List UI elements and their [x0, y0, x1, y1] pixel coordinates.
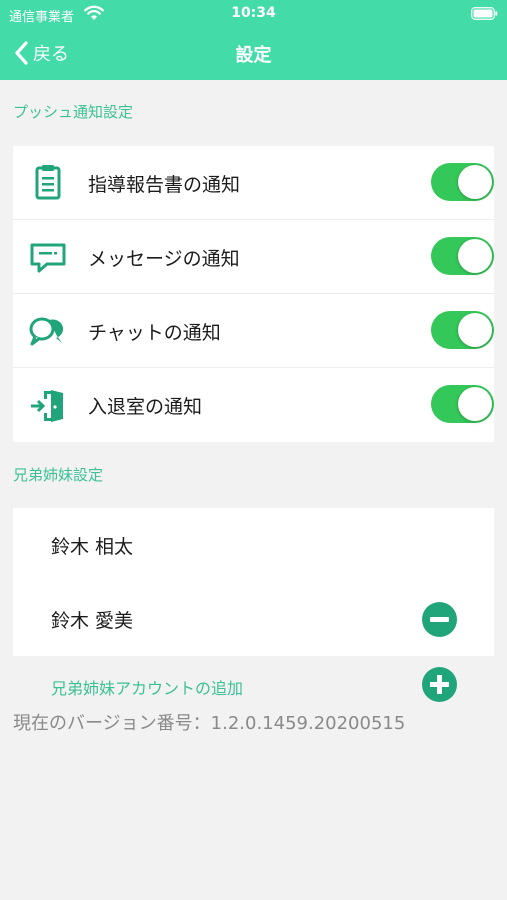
door-entry-icon: [31, 390, 63, 422]
toggle-knob: [458, 387, 492, 421]
toggle-knob: [458, 165, 492, 199]
version-text: 現在のバージョン番号：1.2.0.1459.20200515: [13, 713, 406, 734]
chat-notification-toggle[interactable]: [431, 311, 494, 349]
add-sibling-button[interactable]: [422, 667, 457, 702]
push-section-header: プッシュ通知設定: [13, 103, 134, 121]
remove-sibling-button[interactable]: [422, 602, 457, 637]
minus-icon: [430, 617, 449, 622]
report-notification-toggle[interactable]: [431, 163, 494, 201]
sibling-row[interactable]: 鈴木 愛美: [13, 582, 494, 656]
sibling-row[interactable]: 鈴木 相太: [13, 508, 494, 582]
add-sibling-label: 兄弟姉妹アカウントの追加: [51, 679, 244, 698]
chat-bubbles-icon: [29, 317, 64, 346]
notif-label: メッセージの通知: [88, 248, 240, 270]
siblings-card: 鈴木 相太 鈴木 愛美: [13, 508, 494, 656]
notif-row-report: 指導報告書の通知: [13, 146, 494, 220]
battery-icon: [471, 7, 498, 20]
sibling-name: 鈴木 相太: [51, 536, 134, 558]
siblings-section-header: 兄弟姉妹設定: [13, 466, 104, 484]
nav-bar: 戻る 設定: [0, 28, 507, 80]
app-header: 通信事業者 10:34 戻る 設定: [0, 0, 507, 80]
notif-row-entry: 入退室の通知: [13, 368, 494, 442]
notif-row-message: メッセージの通知: [13, 220, 494, 294]
plus-icon: [437, 675, 442, 694]
message-icon: [30, 243, 66, 273]
notif-label: チャットの通知: [88, 322, 221, 344]
page-title: 設定: [235, 45, 272, 66]
clipboard-icon: [35, 165, 61, 200]
message-notification-toggle[interactable]: [431, 237, 494, 275]
entry-notification-toggle[interactable]: [431, 385, 494, 423]
notif-label: 指導報告書の通知: [88, 174, 241, 196]
notif-row-chat: チャットの通知: [13, 294, 494, 368]
status-bar: 通信事業者 10:34: [0, 0, 507, 28]
toggle-knob: [458, 239, 492, 273]
toggle-knob: [458, 313, 492, 347]
add-sibling-row[interactable]: 兄弟姉妹アカウントの追加: [13, 663, 494, 707]
push-settings-card: 指導報告書の通知 メッセージの通知 チャットの通知 入退室の通知: [13, 146, 494, 442]
notif-label: 入退室の通知: [88, 396, 203, 418]
sibling-name: 鈴木 愛美: [51, 610, 134, 632]
status-time: 10:34: [231, 5, 276, 21]
